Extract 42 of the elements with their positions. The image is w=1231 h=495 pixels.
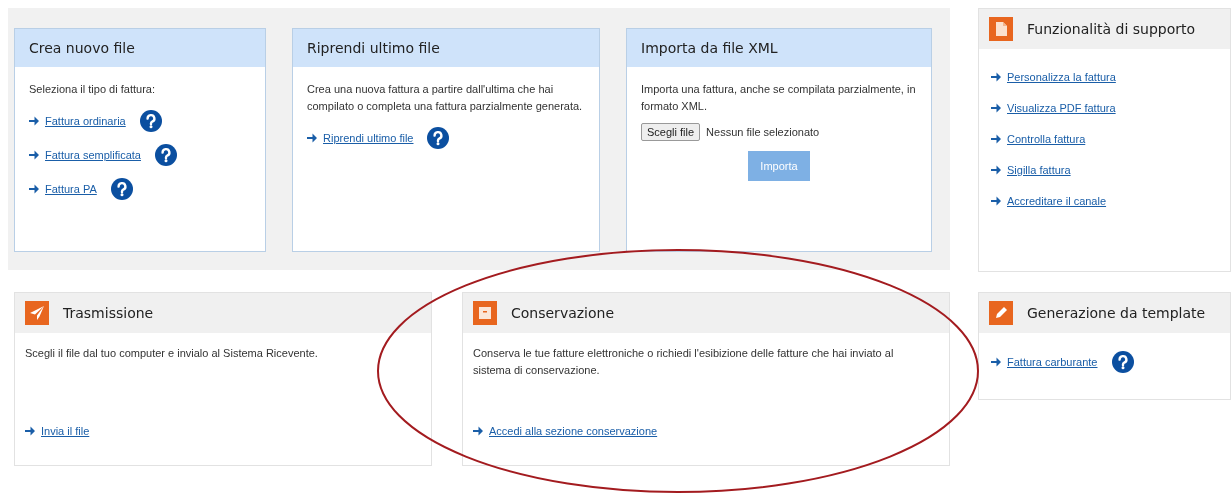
- card-title: Crea nuovo file: [15, 29, 265, 67]
- arrow-icon: [25, 426, 35, 436]
- link[interactable]: Accedi alla sezione conservazione: [489, 425, 658, 437]
- link[interactable]: Fattura carburante: [1007, 356, 1098, 368]
- link[interactable]: Controlla fattura: [1007, 133, 1086, 145]
- send-icon: [25, 301, 49, 325]
- card-title: Generazione da template: [1027, 305, 1206, 321]
- card-description: Conserva le tue fatture elettroniche o richiedi l'esibizione delle fatture che hai inviato al sistema di conservazione.: [473, 346, 895, 378]
- link[interactable]: Riprendi ultimo file: [323, 129, 414, 147]
- card-description: Crea una nuova fattura a partire dall'ultima che hai compilato o completa una fattura parzialmente generata.: [307, 82, 584, 114]
- arrow-icon: [991, 134, 1001, 144]
- card-description: Seleziona il tipo di fattura:: [29, 82, 156, 97]
- link[interactable]: Fattura semplificata: [45, 146, 141, 164]
- link[interactable]: Fattura PA: [45, 180, 97, 198]
- card-title: Funzionalità di supporto: [1027, 21, 1196, 37]
- file-status: Nessun file selezionato: [706, 124, 820, 140]
- card-title: Conservazione: [511, 305, 615, 321]
- card-description: Scegli il file dal tuo computer e invialo al Sistema Ricevente.: [25, 346, 319, 361]
- box-icon: [473, 301, 497, 325]
- arrow-icon: [473, 426, 483, 436]
- choose-file-button[interactable]: Scegli file: [641, 123, 701, 141]
- card-title: Importa da file XML: [627, 29, 931, 67]
- arrow-icon: [991, 165, 1001, 175]
- arrow-icon: [307, 133, 317, 143]
- pencil-icon: [989, 301, 1013, 325]
- arrow-icon: [29, 150, 39, 160]
- link[interactable]: Personalizza la fattura: [1007, 71, 1116, 83]
- card-title: Riprendi ultimo file: [293, 29, 599, 67]
- document-icon: [989, 17, 1013, 41]
- arrow-icon: [29, 116, 39, 126]
- link[interactable]: Visualizza PDF fattura: [1007, 102, 1116, 114]
- card-title: Trasmissione: [63, 305, 154, 321]
- arrow-icon: [991, 357, 1001, 367]
- arrow-icon: [991, 196, 1001, 206]
- link[interactable]: Accreditare il canale: [1007, 195, 1107, 207]
- link[interactable]: Fattura ordinaria: [45, 112, 126, 130]
- arrow-icon: [29, 184, 39, 194]
- link[interactable]: Sigilla fattura: [1007, 164, 1071, 176]
- arrow-icon: [991, 103, 1001, 113]
- arrow-icon: [991, 72, 1001, 82]
- link[interactable]: Invia il file: [41, 425, 90, 437]
- card-description: Importa una fattura, anche se compilata parzialmente, in formato XML.: [641, 82, 917, 114]
